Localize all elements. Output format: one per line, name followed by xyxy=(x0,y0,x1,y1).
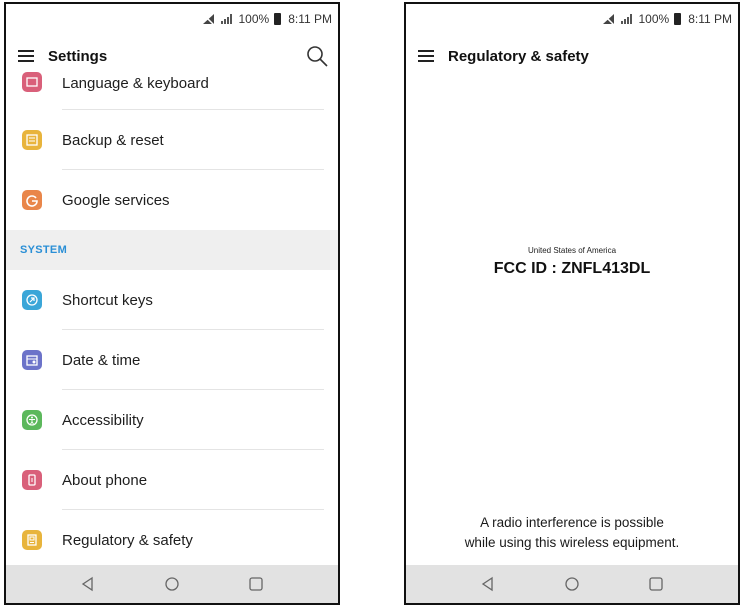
calendar-icon xyxy=(22,350,42,370)
settings-screen: 100% 8:11 PM Settings Language & keyboar… xyxy=(4,2,340,605)
clock: 8:11 PM xyxy=(288,12,332,26)
item-label: Google services xyxy=(62,191,170,209)
settings-item-regulatory-safety[interactable]: Regulatory & safety xyxy=(6,510,338,570)
item-label: Accessibility xyxy=(62,411,144,429)
battery-percent: 100% xyxy=(238,12,270,26)
battery-icon xyxy=(274,13,282,25)
keyboard-icon xyxy=(22,72,42,92)
menu-icon[interactable] xyxy=(418,50,434,62)
app-bar: Settings xyxy=(6,34,338,78)
regulatory-content: United States of America FCC ID : ZNFL41… xyxy=(406,78,738,565)
signal-icon xyxy=(621,14,633,24)
no-sim-icon xyxy=(202,13,216,25)
battery-percent: 100% xyxy=(638,12,670,26)
back-icon[interactable] xyxy=(77,573,99,595)
recents-icon[interactable] xyxy=(645,573,667,595)
interference-note: A radio interference is possible while u… xyxy=(406,513,738,553)
status-bar: 100% 8:11 PM xyxy=(406,4,738,34)
item-label: About phone xyxy=(62,471,148,489)
recents-icon[interactable] xyxy=(245,573,267,595)
settings-item-shortcut-keys[interactable]: Shortcut keys xyxy=(6,270,338,330)
signal-icon xyxy=(221,14,233,24)
fcc-id: FCC ID : ZNFL413DL xyxy=(493,260,651,277)
app-bar: Regulatory & safety xyxy=(406,34,738,78)
settings-list: Language & keyboard Backup & reset Googl… xyxy=(6,72,338,570)
section-header-system: SYSTEM xyxy=(6,230,338,270)
settings-item-language-keyboard[interactable]: Language & keyboard xyxy=(6,72,338,110)
note-line-1: A radio interference is possible xyxy=(480,515,664,530)
regulatory-icon xyxy=(22,530,42,550)
no-sim-icon xyxy=(602,13,616,25)
country-label: United States of America xyxy=(527,246,617,255)
status-bar: 100% 8:11 PM xyxy=(6,4,338,34)
settings-item-backup-reset[interactable]: Backup & reset xyxy=(6,110,338,170)
item-label: Regulatory & safety xyxy=(62,531,193,549)
nav-bar xyxy=(6,565,338,603)
item-label: Date & time xyxy=(62,351,141,369)
accessibility-icon xyxy=(22,410,42,430)
search-icon[interactable] xyxy=(304,43,330,69)
page-title: Settings xyxy=(48,47,108,65)
item-label: Shortcut keys xyxy=(62,291,153,309)
page-title: Regulatory & safety xyxy=(448,47,589,65)
item-label: Backup & reset xyxy=(62,131,164,149)
regulatory-screen: 100% 8:11 PM Regulatory & safety United … xyxy=(404,2,740,605)
battery-icon xyxy=(674,13,682,25)
back-icon[interactable] xyxy=(477,573,499,595)
menu-icon[interactable] xyxy=(18,50,34,62)
home-icon[interactable] xyxy=(161,573,183,595)
google-icon xyxy=(22,190,42,210)
clock: 8:11 PM xyxy=(688,12,732,26)
backup-icon xyxy=(22,130,42,150)
settings-item-accessibility[interactable]: Accessibility xyxy=(6,390,338,450)
shortcut-icon xyxy=(22,290,42,310)
settings-item-google-services[interactable]: Google services xyxy=(6,170,338,230)
item-label: Language & keyboard xyxy=(62,75,209,92)
settings-item-date-time[interactable]: Date & time xyxy=(6,330,338,390)
home-icon[interactable] xyxy=(561,573,583,595)
nav-bar xyxy=(406,565,738,603)
note-line-2: while using this wireless equipment. xyxy=(464,535,680,550)
phone-icon xyxy=(22,470,42,490)
settings-item-about-phone[interactable]: About phone xyxy=(6,450,338,510)
